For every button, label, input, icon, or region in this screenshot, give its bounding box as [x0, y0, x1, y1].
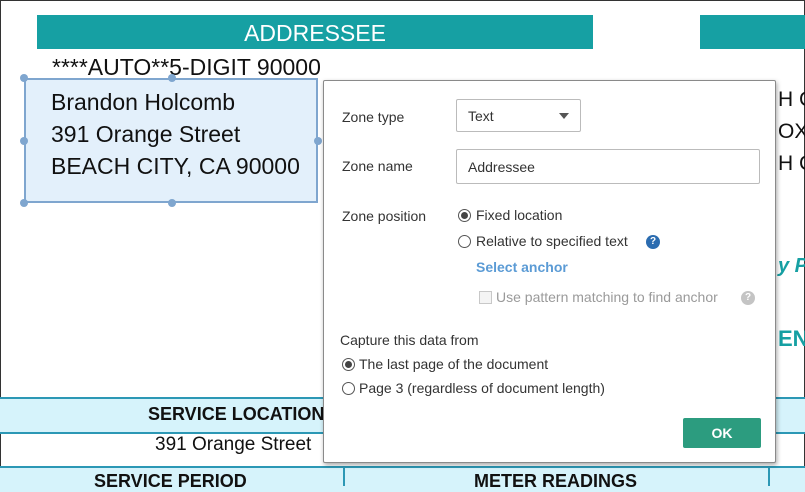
resize-handle-right-middle[interactable] — [314, 137, 322, 145]
zone-settings-dialog: Zone type Text Zone name Zone position F… — [323, 80, 776, 463]
table-divider-1 — [343, 466, 345, 486]
capture-last-page-radio[interactable] — [342, 358, 355, 371]
right-peek-text-5: EN — [778, 326, 805, 351]
fixed-location-label[interactable]: Fixed location — [476, 207, 562, 223]
resize-handle-top-left[interactable] — [20, 74, 28, 82]
addressee-header: ADDRESSEE — [37, 15, 593, 49]
right-peek-text-4: y P — [778, 255, 805, 277]
table-divider-2 — [768, 466, 770, 486]
capture-data-label: Capture this data from — [340, 332, 479, 348]
zone-type-label: Zone type — [342, 109, 405, 125]
pattern-matching-label: Use pattern matching to find anchor — [496, 289, 718, 305]
fixed-location-radio[interactable] — [458, 209, 471, 222]
capture-page-3-radio[interactable] — [342, 382, 355, 395]
ok-button[interactable]: OK — [683, 418, 761, 448]
relative-text-radio[interactable] — [458, 235, 471, 248]
meter-readings-header: METER READINGS — [474, 471, 638, 491]
resize-handle-left-middle[interactable] — [20, 137, 28, 145]
right-header-bar — [700, 15, 805, 49]
address-block: Brandon Holcomb 391 Orange Street BEACH … — [51, 86, 300, 182]
address-line-name: Brandon Holcomb — [51, 89, 236, 115]
barcode-line: ****AUTO**5-DIGIT 90000 — [52, 54, 321, 80]
capture-page-3-label[interactable]: Page 3 (regardless of document length) — [359, 380, 605, 396]
zone-type-select[interactable]: Text — [456, 99, 581, 132]
address-line-street: 391 Orange Street — [51, 121, 241, 147]
resize-handle-bottom-center[interactable] — [168, 199, 176, 207]
help-icon[interactable]: ? — [646, 235, 660, 249]
chevron-down-icon — [559, 113, 569, 119]
service-period-header: SERVICE PERIOD — [94, 471, 247, 491]
right-peek-text-1: H C — [778, 88, 805, 111]
service-location-header: SERVICE LOCATION — [148, 404, 325, 424]
right-peek-text-2: OX — [778, 120, 805, 143]
resize-handle-bottom-left[interactable] — [20, 199, 28, 207]
select-anchor-link[interactable]: Select anchor — [476, 259, 568, 275]
resize-handle-top-center[interactable] — [168, 74, 176, 82]
help-icon-disabled: ? — [741, 291, 755, 305]
capture-last-page-label[interactable]: The last page of the document — [359, 356, 548, 372]
address-line-city: BEACH CITY, CA 90000 — [51, 153, 300, 179]
pattern-matching-checkbox[interactable] — [479, 291, 492, 304]
service-location-value: 391 Orange Street — [155, 434, 312, 455]
zone-type-value: Text — [468, 108, 494, 124]
zone-name-label: Zone name — [342, 158, 413, 174]
zone-position-label: Zone position — [342, 208, 427, 224]
right-peek-text-3: H C — [778, 152, 805, 175]
zone-name-input[interactable] — [456, 149, 760, 184]
relative-text-label[interactable]: Relative to specified text — [476, 233, 628, 249]
